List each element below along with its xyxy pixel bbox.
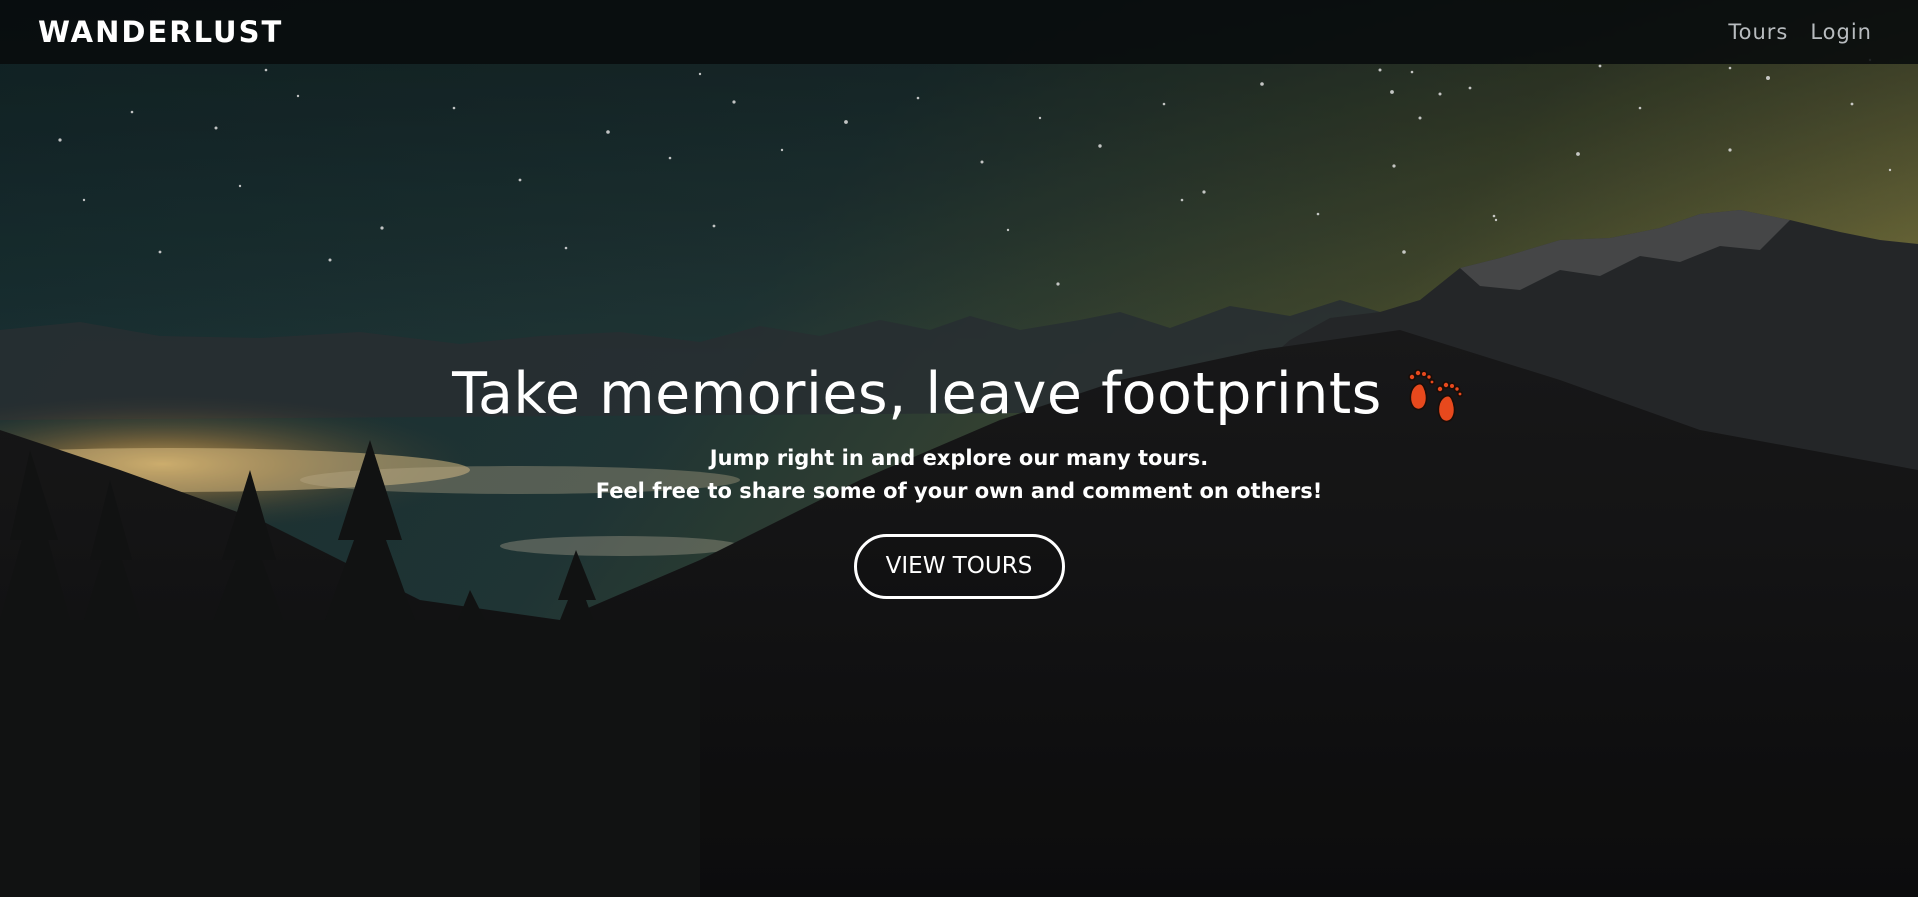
top-navbar: WANDERLUST Tours Login (0, 0, 1918, 64)
view-tours-button[interactable]: VIEW TOURS (853, 534, 1065, 599)
nav-link-login[interactable]: Login (1810, 20, 1872, 44)
hero-section: Take memories, leave footprints Jump rig… (0, 352, 1918, 599)
nav-link-tours[interactable]: Tours (1728, 20, 1788, 44)
brand-logo[interactable]: WANDERLUST (38, 15, 283, 49)
landing-page: WANDERLUST Tours Login Take memories, le… (0, 0, 1918, 897)
hero-headline: Take memories, leave footprints (452, 361, 1382, 427)
headline-row: Take memories, leave footprints (0, 352, 1918, 436)
hero-subtitle-line-1: Jump right in and explore our many tours… (709, 446, 1209, 470)
nav-links: Tours Login (1728, 20, 1872, 44)
hero-subtitle-line-2: Feel free to share some of your own and … (595, 479, 1323, 503)
footprints-icon (1408, 369, 1463, 423)
